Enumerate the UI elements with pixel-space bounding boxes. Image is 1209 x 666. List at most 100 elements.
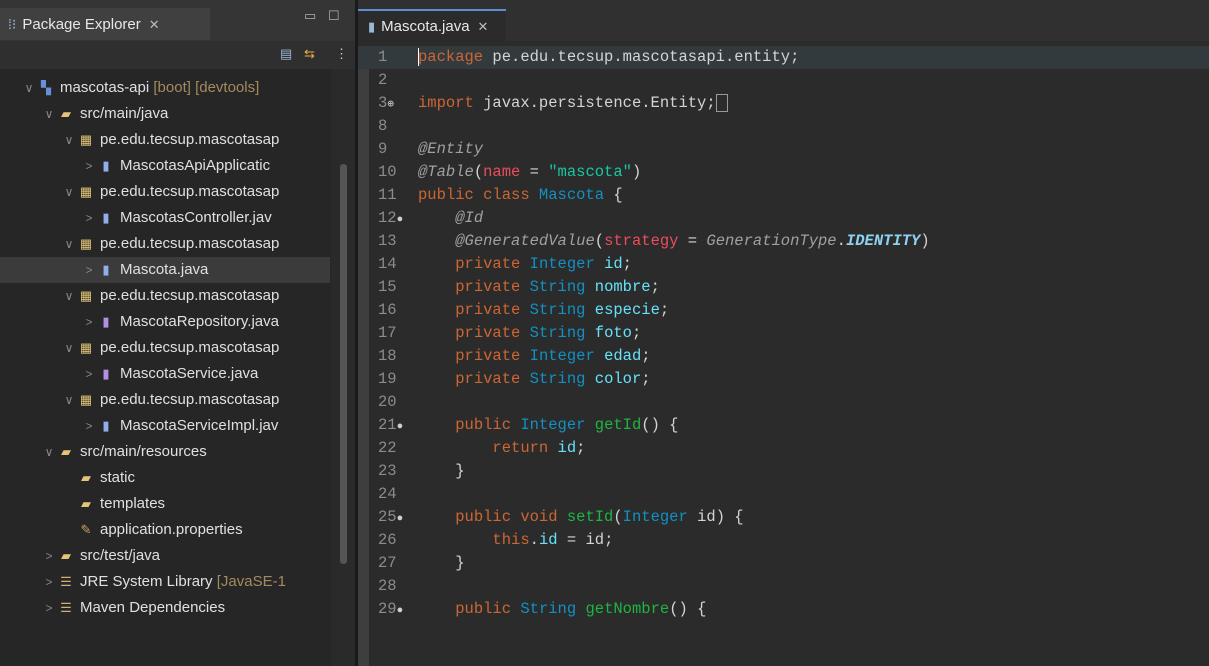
collapse-all-icon[interactable]: ▤ bbox=[280, 46, 292, 62]
chevron-right-icon[interactable]: > bbox=[82, 257, 96, 283]
code-line[interactable]: 21● public Integer getId() { bbox=[358, 414, 1209, 437]
tree-item[interactable]: ∨ ▦ pe.edu.tecsup.mascotasap bbox=[0, 283, 330, 309]
chevron-right-icon[interactable]: > bbox=[42, 595, 56, 621]
code-line[interactable]: 2 bbox=[358, 69, 1209, 92]
view-menu-icon[interactable]: ⋮ bbox=[335, 46, 348, 62]
expand-fold-icon[interactable]: ⊕ bbox=[387, 99, 394, 111]
tree-item[interactable]: > ▮ MascotaService.java bbox=[0, 361, 330, 387]
tree-item[interactable]: ∨ ▦ pe.edu.tecsup.mascotasap bbox=[0, 387, 330, 413]
code-line[interactable]: 19 private String color; bbox=[358, 368, 1209, 391]
tree-item[interactable]: ▰ static bbox=[0, 465, 330, 491]
tree-item[interactable]: ∨ ▦ pe.edu.tecsup.mascotasap bbox=[0, 231, 330, 257]
tree-item[interactable]: > ☰ JRE System Library [JavaSE-1 bbox=[0, 569, 330, 595]
chevron-right-icon[interactable]: > bbox=[42, 569, 56, 595]
tree-item[interactable]: ▰ templates bbox=[0, 491, 330, 517]
link-with-editor-icon[interactable]: ⇆ bbox=[304, 46, 315, 62]
collapse-fold-icon[interactable]: ● bbox=[397, 605, 404, 617]
package-explorer-tab[interactable]: ⁞⁝ Package Explorer ✕ bbox=[0, 8, 210, 40]
code-line[interactable]: 12● @Id bbox=[358, 207, 1209, 230]
tree-item[interactable]: > ▮ MascotaRepository.java bbox=[0, 309, 330, 335]
code-line[interactable]: 29● public String getNombre() { bbox=[358, 598, 1209, 621]
tree-item[interactable]: ∨ ▰ src/main/java bbox=[0, 101, 330, 127]
tree-item[interactable]: > ▮ MascotasController.jav bbox=[0, 205, 330, 231]
code-token: public bbox=[455, 600, 521, 618]
line-number-text: 27 bbox=[378, 554, 397, 572]
code-area[interactable]: 1 package pe.edu.tecsup.mascotasapi.entit… bbox=[358, 46, 1209, 666]
tree-item[interactable]: ∨ ▦ pe.edu.tecsup.mascotasap bbox=[0, 179, 330, 205]
tree-item[interactable]: > ▰ src/test/java bbox=[0, 543, 330, 569]
package-explorer-tab-label: Package Explorer bbox=[22, 16, 141, 33]
chevron-down-icon[interactable]: ∨ bbox=[62, 387, 76, 413]
collapse-fold-icon[interactable]: ● bbox=[397, 214, 404, 226]
code-line[interactable]: 13 @GeneratedValue(strategy = Generation… bbox=[358, 230, 1209, 253]
code-token: GenerationType bbox=[706, 232, 837, 250]
minimize-icon[interactable]: ▭ bbox=[304, 8, 316, 24]
tree-item[interactable]: ∨ ▚ mascotas-api [boot] [devtools] bbox=[0, 75, 330, 101]
code-line[interactable]: 11 public class Mascota { bbox=[358, 184, 1209, 207]
code-token: javax.persistence.Entity; bbox=[473, 94, 716, 112]
code-line[interactable]: 23 } bbox=[358, 460, 1209, 483]
code-line[interactable]: 16 private String especie; bbox=[358, 299, 1209, 322]
chevron-down-icon[interactable]: ∨ bbox=[42, 439, 56, 465]
code-line[interactable]: 25● public void setId(Integer id) { bbox=[358, 506, 1209, 529]
scrollbar-thumb[interactable] bbox=[340, 164, 347, 564]
tree-item[interactable]: ∨ ▦ pe.edu.tecsup.mascotasap bbox=[0, 127, 330, 153]
line-number: 9 bbox=[378, 138, 422, 161]
tree-item[interactable]: > ☰ Maven Dependencies bbox=[0, 595, 330, 621]
folded-imports-icon[interactable] bbox=[715, 93, 728, 112]
close-icon[interactable]: ✕ bbox=[149, 17, 160, 32]
line-number: 15 bbox=[378, 276, 422, 299]
code-line[interactable]: 17 private String foto; bbox=[358, 322, 1209, 345]
close-icon[interactable]: ✕ bbox=[478, 19, 489, 34]
code-token: ; bbox=[641, 370, 651, 388]
code-line[interactable]: 28 bbox=[358, 575, 1209, 598]
chevron-right-icon[interactable]: > bbox=[82, 205, 96, 231]
line-number-text: 13 bbox=[378, 232, 397, 250]
line-number-text: 18 bbox=[378, 347, 397, 365]
code-line[interactable]: 1 package pe.edu.tecsup.mascotasapi.entit… bbox=[358, 46, 1209, 69]
chevron-down-icon[interactable]: ∨ bbox=[62, 127, 76, 153]
maximize-icon[interactable]: ☐ bbox=[328, 8, 340, 24]
line-number: 1 bbox=[378, 46, 422, 69]
tree-item[interactable]: ✎ application.properties bbox=[0, 517, 330, 543]
chevron-down-icon[interactable]: ∨ bbox=[62, 283, 76, 309]
code-line[interactable]: 15 private String nombre; bbox=[358, 276, 1209, 299]
tree-item-label: pe.edu.tecsup.mascotasap bbox=[100, 131, 280, 148]
code-line[interactable]: 22 return id; bbox=[358, 437, 1209, 460]
chevron-right-icon[interactable]: > bbox=[82, 309, 96, 335]
chevron-right-icon[interactable]: > bbox=[42, 543, 56, 569]
chevron-right-icon[interactable]: > bbox=[82, 153, 96, 179]
code-line[interactable]: 10 @Table(name = "mascota") bbox=[358, 161, 1209, 184]
tree-item[interactable]: > ▮ MascotasApiApplicatic bbox=[0, 153, 330, 179]
collapse-fold-icon[interactable]: ● bbox=[397, 421, 404, 433]
code-line[interactable]: 14 private Integer id; bbox=[358, 253, 1209, 276]
tree-item[interactable]: ∨ ▦ pe.edu.tecsup.mascotasap bbox=[0, 335, 330, 361]
code-token: } bbox=[418, 462, 465, 480]
chevron-right-icon[interactable]: > bbox=[82, 413, 96, 439]
editor-tab-mascota-java[interactable]: ▮ Mascota.java ✕ bbox=[358, 9, 506, 41]
code-line[interactable]: 3⊕ import javax.persistence.Entity; bbox=[358, 92, 1209, 115]
tree-item[interactable]: > ▮ MascotaServiceImpl.jav bbox=[0, 413, 330, 439]
interface-file-icon: ▮ bbox=[102, 314, 110, 329]
code-line[interactable]: 26 this.id = id; bbox=[358, 529, 1209, 552]
code-line[interactable]: 9 @Entity bbox=[358, 138, 1209, 161]
code-line[interactable]: 20 bbox=[358, 391, 1209, 414]
code-line[interactable]: 24 bbox=[358, 483, 1209, 506]
explorer-scrollbar[interactable] bbox=[331, 69, 355, 666]
chevron-down-icon[interactable]: ∨ bbox=[42, 101, 56, 127]
code-line[interactable]: 8 bbox=[358, 115, 1209, 138]
code-line[interactable]: 27 } bbox=[358, 552, 1209, 575]
tree-item[interactable]: > ▮ Mascota.java bbox=[0, 257, 330, 283]
tree-item[interactable]: ∨ ▰ src/main/resources bbox=[0, 439, 330, 465]
code-line[interactable]: 18 private Integer edad; bbox=[358, 345, 1209, 368]
chevron-down-icon[interactable]: ∨ bbox=[22, 75, 36, 101]
code-token: = bbox=[520, 163, 549, 181]
chevron-down-icon[interactable]: ∨ bbox=[62, 335, 76, 361]
chevron-down-icon[interactable]: ∨ bbox=[62, 231, 76, 257]
tree-item-label: mascotas-api bbox=[60, 79, 150, 96]
collapse-fold-icon[interactable]: ● bbox=[397, 513, 404, 525]
line-number-text: 16 bbox=[378, 301, 397, 319]
chevron-down-icon[interactable]: ∨ bbox=[62, 179, 76, 205]
chevron-right-icon[interactable]: > bbox=[82, 361, 96, 387]
